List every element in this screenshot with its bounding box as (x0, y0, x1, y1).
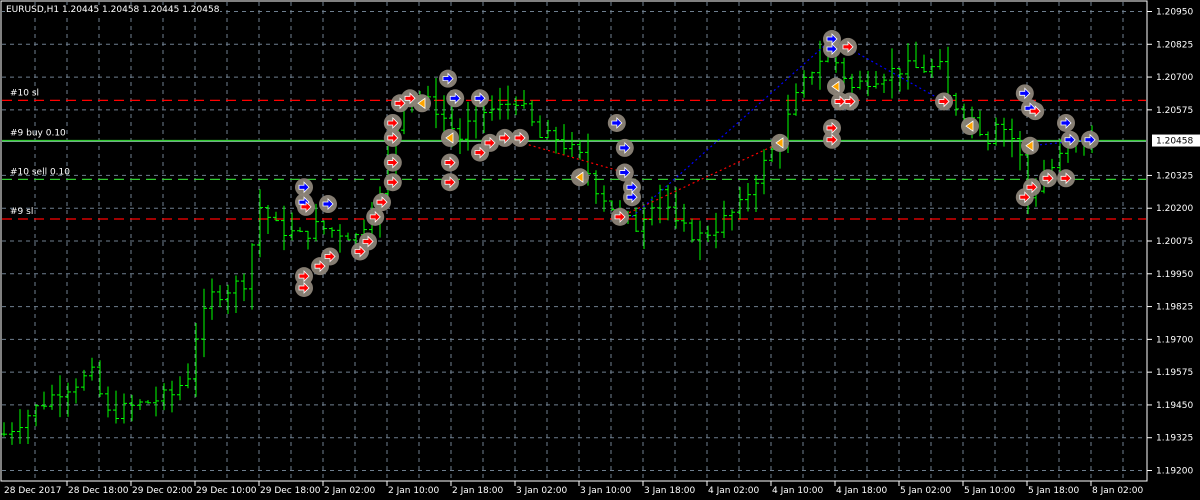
y-tick-label: 1.19325 (1156, 434, 1193, 444)
y-tick-label: 1.20825 (1156, 40, 1193, 50)
x-tick-label: 28 Dec 2017 (4, 486, 62, 496)
x-tick-label: 3 Jan 10:00 (580, 486, 632, 496)
y-tick-label: 1.19450 (1156, 401, 1193, 411)
y-tick-label: 1.19575 (1156, 368, 1193, 378)
level-label: #9 buy 0.10 (10, 129, 66, 139)
x-tick-label: 2 Jan 10:00 (388, 486, 440, 496)
y-tick-label: 1.19950 (1156, 270, 1193, 280)
chart-background (0, 0, 1200, 500)
price-chart[interactable]: #10 sl #9 buy 0.10 #10 sell 0.10 #9 sl 1.20… (0, 0, 1200, 500)
current-price-label: 1.20458 (1156, 137, 1193, 147)
y-tick-label: 1.20325 (1156, 171, 1193, 181)
x-tick-label: 5 Jan 10:00 (964, 486, 1016, 496)
x-tick-label: 3 Jan 02:00 (516, 486, 568, 496)
x-tick-label: 5 Jan 18:00 (1028, 486, 1080, 496)
x-tick-label: 29 Dec 02:00 (132, 486, 193, 496)
x-tick-label: 4 Jan 02:00 (708, 486, 760, 496)
y-tick-label: 1.20075 (1156, 237, 1193, 247)
x-tick-label: 5 Jan 02:00 (900, 486, 952, 496)
y-tick-label: 1.20200 (1156, 204, 1193, 214)
y-tick-label: 1.19200 (1156, 467, 1193, 477)
level-label: #10 sell 0.10 (10, 167, 70, 177)
x-tick-label: 2 Jan 18:00 (452, 486, 504, 496)
y-tick-label: 1.19700 (1156, 335, 1193, 345)
x-tick-label: 4 Jan 10:00 (772, 486, 824, 496)
level-label: #10 sl (10, 88, 39, 98)
x-tick-label: 28 Dec 18:00 (68, 486, 129, 496)
x-tick-label: 3 Jan 18:00 (644, 486, 696, 496)
chart-title: EURUSD,H1 1.20445 1.20458 1.20445 1.2045… (5, 5, 221, 15)
x-tick-label: 8 Jan 02:00 (1092, 486, 1144, 496)
x-tick-label: 4 Jan 18:00 (836, 486, 888, 496)
y-tick-label: 1.20700 (1156, 73, 1193, 83)
x-tick-label: 29 Dec 10:00 (196, 486, 257, 496)
level-label: #9 sl (10, 207, 33, 217)
x-tick-label: 2 Jan 02:00 (324, 486, 376, 496)
y-tick-label: 1.19825 (1156, 303, 1193, 313)
y-tick-label: 1.20575 (1156, 106, 1193, 116)
y-tick-label: 1.20950 (1156, 7, 1193, 17)
x-tick-label: 29 Dec 18:00 (260, 486, 321, 496)
